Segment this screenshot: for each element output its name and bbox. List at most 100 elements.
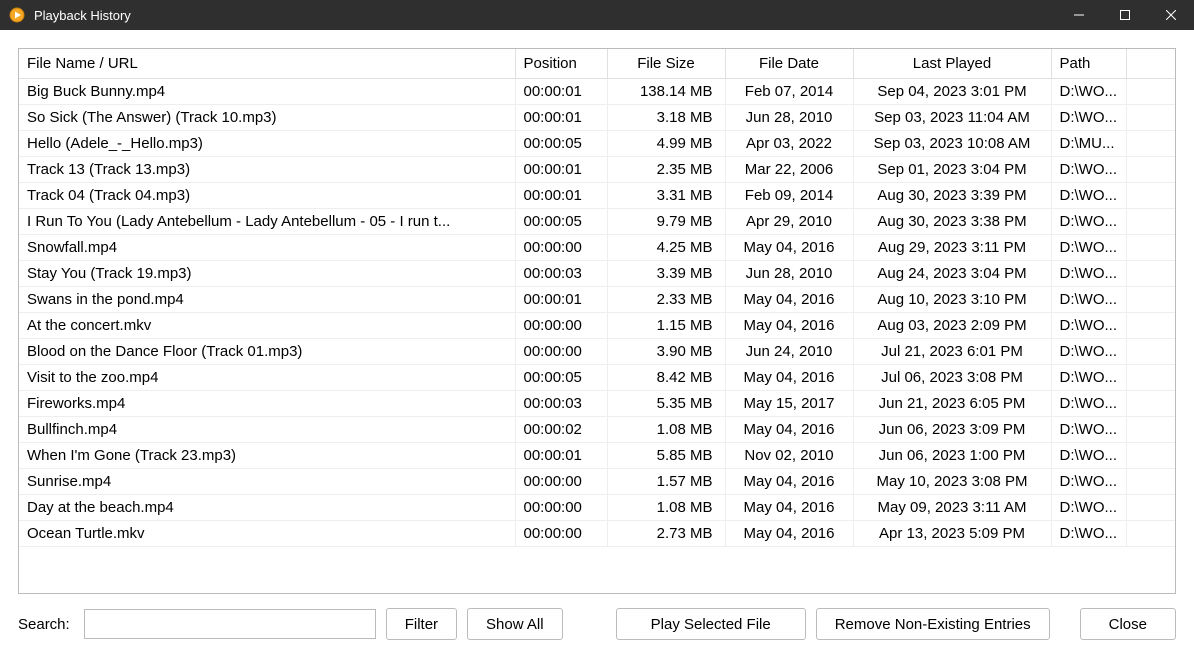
cell-filedate: May 15, 2017	[725, 391, 853, 417]
cell-path: D:\WO...	[1051, 287, 1126, 313]
cell-filedate: Feb 07, 2014	[725, 79, 853, 105]
cell-path: D:\WO...	[1051, 417, 1126, 443]
cell-spacer	[1126, 131, 1175, 157]
table-row[interactable]: Big Buck Bunny.mp400:00:01138.14 MBFeb 0…	[19, 79, 1175, 105]
table-row[interactable]: Visit to the zoo.mp400:00:058.42 MBMay 0…	[19, 365, 1175, 391]
cell-path: D:\WO...	[1051, 79, 1126, 105]
table-row[interactable]: Blood on the Dance Floor (Track 01.mp3)0…	[19, 339, 1175, 365]
cell-filedate: May 04, 2016	[725, 417, 853, 443]
cell-lastplayed: May 09, 2023 3:11 AM	[853, 495, 1051, 521]
cell-lastplayed: Aug 10, 2023 3:10 PM	[853, 287, 1051, 313]
cell-path: D:\MU...	[1051, 131, 1126, 157]
cell-path: D:\WO...	[1051, 105, 1126, 131]
cell-filesize: 1.08 MB	[607, 417, 725, 443]
table-row[interactable]: Swans in the pond.mp400:00:012.33 MBMay …	[19, 287, 1175, 313]
table-header-row: File Name / URL Position File Size File …	[19, 49, 1175, 79]
table-row[interactable]: Snowfall.mp400:00:004.25 MBMay 04, 2016A…	[19, 235, 1175, 261]
cell-path: D:\WO...	[1051, 183, 1126, 209]
cell-filedate: May 04, 2016	[725, 521, 853, 547]
cell-filename: Day at the beach.mp4	[19, 495, 515, 521]
cell-path: D:\WO...	[1051, 495, 1126, 521]
cell-filedate: Jun 28, 2010	[725, 105, 853, 131]
col-header-filesize[interactable]: File Size	[607, 49, 725, 79]
cell-spacer	[1126, 365, 1175, 391]
cell-lastplayed: Apr 13, 2023 5:09 PM	[853, 521, 1051, 547]
table-row[interactable]: When I'm Gone (Track 23.mp3)00:00:015.85…	[19, 443, 1175, 469]
cell-spacer	[1126, 209, 1175, 235]
table-row[interactable]: Stay You (Track 19.mp3)00:00:033.39 MBJu…	[19, 261, 1175, 287]
cell-filename: Sunrise.mp4	[19, 469, 515, 495]
table-row[interactable]: Track 04 (Track 04.mp3)00:00:013.31 MBFe…	[19, 183, 1175, 209]
cell-filesize: 3.39 MB	[607, 261, 725, 287]
window-controls	[1056, 0, 1194, 30]
table-row[interactable]: Fireworks.mp400:00:035.35 MBMay 15, 2017…	[19, 391, 1175, 417]
cell-path: D:\WO...	[1051, 209, 1126, 235]
table-row[interactable]: Bullfinch.mp400:00:021.08 MBMay 04, 2016…	[19, 417, 1175, 443]
cell-spacer	[1126, 521, 1175, 547]
cell-filesize: 9.79 MB	[607, 209, 725, 235]
cell-lastplayed: Jul 06, 2023 3:08 PM	[853, 365, 1051, 391]
playback-history-window: Playback History File Name / URL Positio…	[0, 0, 1194, 656]
cell-filedate: Jun 24, 2010	[725, 339, 853, 365]
cell-position: 00:00:00	[515, 521, 607, 547]
cell-filename: When I'm Gone (Track 23.mp3)	[19, 443, 515, 469]
cell-filesize: 3.31 MB	[607, 183, 725, 209]
cell-position: 00:00:01	[515, 79, 607, 105]
content-area: File Name / URL Position File Size File …	[0, 30, 1194, 594]
close-button[interactable]: Close	[1080, 608, 1176, 640]
close-window-button[interactable]	[1148, 0, 1194, 30]
cell-filename: Ocean Turtle.mkv	[19, 521, 515, 547]
cell-lastplayed: Aug 30, 2023 3:38 PM	[853, 209, 1051, 235]
table-row[interactable]: So Sick (The Answer) (Track 10.mp3)00:00…	[19, 105, 1175, 131]
cell-filedate: May 04, 2016	[725, 235, 853, 261]
cell-lastplayed: Jun 06, 2023 1:00 PM	[853, 443, 1051, 469]
cell-path: D:\WO...	[1051, 469, 1126, 495]
cell-filesize: 1.15 MB	[607, 313, 725, 339]
col-header-filedate[interactable]: File Date	[725, 49, 853, 79]
search-label: Search:	[18, 616, 70, 633]
cell-position: 00:00:03	[515, 391, 607, 417]
cell-lastplayed: Aug 30, 2023 3:39 PM	[853, 183, 1051, 209]
cell-lastplayed: Aug 24, 2023 3:04 PM	[853, 261, 1051, 287]
col-header-position[interactable]: Position	[515, 49, 607, 79]
cell-filename: So Sick (The Answer) (Track 10.mp3)	[19, 105, 515, 131]
cell-filesize: 4.25 MB	[607, 235, 725, 261]
maximize-button[interactable]	[1102, 0, 1148, 30]
cell-filedate: Mar 22, 2006	[725, 157, 853, 183]
window-title: Playback History	[34, 8, 1056, 23]
cell-filename: I Run To You (Lady Antebellum - Lady Ant…	[19, 209, 515, 235]
table-row[interactable]: Sunrise.mp400:00:001.57 MBMay 04, 2016Ma…	[19, 469, 1175, 495]
cell-spacer	[1126, 157, 1175, 183]
table-row[interactable]: Track 13 (Track 13.mp3)00:00:012.35 MBMa…	[19, 157, 1175, 183]
cell-spacer	[1126, 287, 1175, 313]
search-input[interactable]	[84, 609, 376, 639]
table-row[interactable]: Day at the beach.mp400:00:001.08 MBMay 0…	[19, 495, 1175, 521]
table-row[interactable]: Ocean Turtle.mkv00:00:002.73 MBMay 04, 2…	[19, 521, 1175, 547]
table-row[interactable]: Hello (Adele_-_Hello.mp3)00:00:054.99 MB…	[19, 131, 1175, 157]
minimize-button[interactable]	[1056, 0, 1102, 30]
cell-lastplayed: Jul 21, 2023 6:01 PM	[853, 339, 1051, 365]
col-header-lastplayed[interactable]: Last Played	[853, 49, 1051, 79]
table-row[interactable]: At the concert.mkv00:00:001.15 MBMay 04,…	[19, 313, 1175, 339]
remove-nonexisting-button[interactable]: Remove Non-Existing Entries	[816, 608, 1050, 640]
cell-filesize: 2.35 MB	[607, 157, 725, 183]
cell-filename: Blood on the Dance Floor (Track 01.mp3)	[19, 339, 515, 365]
cell-filedate: Apr 03, 2022	[725, 131, 853, 157]
show-all-button[interactable]: Show All	[467, 608, 563, 640]
cell-filesize: 5.85 MB	[607, 443, 725, 469]
filter-button[interactable]: Filter	[386, 608, 457, 640]
cell-filename: Hello (Adele_-_Hello.mp3)	[19, 131, 515, 157]
cell-filesize: 8.42 MB	[607, 365, 725, 391]
cell-filename: Bullfinch.mp4	[19, 417, 515, 443]
table-row[interactable]: I Run To You (Lady Antebellum - Lady Ant…	[19, 209, 1175, 235]
cell-lastplayed: Sep 03, 2023 11:04 AM	[853, 105, 1051, 131]
cell-path: D:\WO...	[1051, 235, 1126, 261]
cell-filesize: 5.35 MB	[607, 391, 725, 417]
col-header-path[interactable]: Path	[1051, 49, 1126, 79]
cell-lastplayed: May 10, 2023 3:08 PM	[853, 469, 1051, 495]
cell-position: 00:00:00	[515, 469, 607, 495]
cell-filedate: Jun 28, 2010	[725, 261, 853, 287]
cell-path: D:\WO...	[1051, 339, 1126, 365]
col-header-filename[interactable]: File Name / URL	[19, 49, 515, 79]
play-selected-button[interactable]: Play Selected File	[616, 608, 806, 640]
